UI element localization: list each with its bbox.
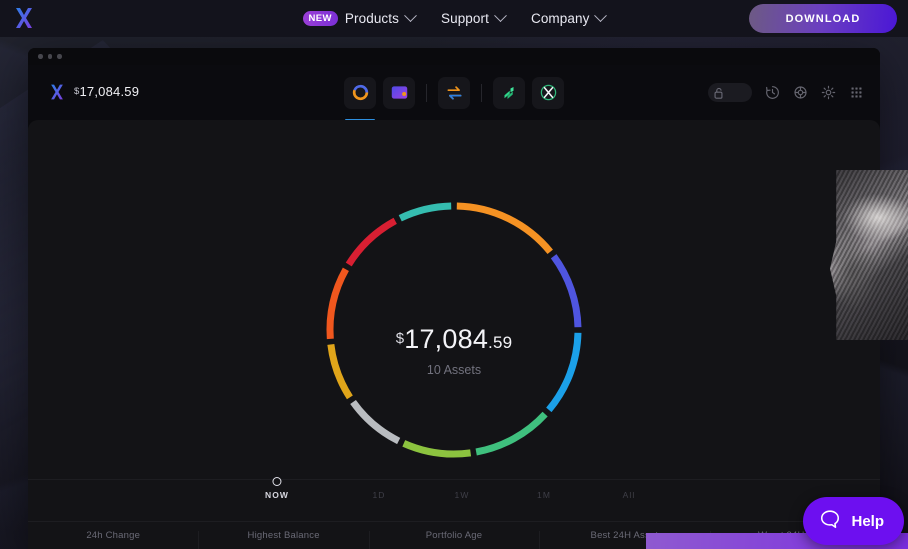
donut-segment[interactable] [345, 217, 397, 267]
app-window: $17,084.59 $17,084.59 10 Assets NOW 1D 1… [28, 48, 880, 549]
stat-label: Highest Balance [247, 530, 320, 541]
portfolio-total: $17,084.59 10 Assets [28, 324, 880, 377]
history-icon[interactable] [765, 85, 780, 100]
portfolio-amount-whole: 17,084 [404, 324, 489, 354]
donut-segment[interactable] [398, 202, 452, 222]
timeline-option-1m[interactable]: 1M [537, 490, 551, 500]
nav-item-company[interactable]: Company [530, 9, 608, 26]
stat-card-1: Highest Balance$47,839.82 [198, 522, 368, 549]
timeline-option-now[interactable]: NOW [264, 477, 290, 500]
portfolio-donut-icon [352, 84, 368, 101]
chat-bubble-icon [819, 508, 841, 534]
help-label: Help [851, 512, 884, 530]
portfolio-amount: $17,084.59 [28, 324, 880, 355]
main-panel: $17,084.59 10 Assets NOW 1D 1W 1M All 24h Ch… [28, 120, 880, 549]
support-ring-icon[interactable] [793, 85, 808, 100]
nav-label-company: Company [530, 11, 590, 26]
help-button[interactable]: Help [803, 497, 904, 545]
portfolio-amount-cents: .59 [488, 333, 513, 352]
tool-exodus-x[interactable] [532, 76, 564, 109]
settings-gear-icon[interactable] [821, 85, 836, 100]
window-titlebar [28, 48, 880, 65]
nav-item-support[interactable]: Support [440, 9, 507, 26]
donut-segment[interactable] [550, 254, 582, 328]
lock-icon [714, 87, 723, 99]
nav-label-products: Products [344, 11, 399, 26]
wallet-icon [391, 86, 407, 99]
download-button[interactable]: DOWNLOAD [749, 4, 897, 33]
side-photo-art [830, 170, 908, 340]
timeline-option-1d[interactable]: 1D [372, 490, 385, 500]
grid-apps-icon[interactable] [849, 85, 864, 100]
window-minimize-dot[interactable] [47, 54, 52, 59]
stat-label: 24h Change [86, 530, 141, 541]
tool-portfolio-donut[interactable] [344, 76, 376, 121]
swap-icon [446, 86, 462, 100]
portfolio-currency: $ [395, 330, 405, 347]
stat-card-2: Portfolio Age2 Year, 3 Month, 30 Days [368, 522, 539, 549]
donut-segment[interactable] [350, 399, 401, 445]
chevron-down-icon [594, 9, 608, 23]
timeline-option-label: 1M [536, 490, 552, 500]
timeline-option-1w[interactable]: 1W [455, 490, 470, 500]
tool-wallet[interactable] [383, 76, 415, 109]
timeline-option-label: 1D [372, 490, 386, 500]
donut-segment[interactable] [402, 440, 472, 458]
nav-label-support: Support [440, 11, 489, 26]
timeline-now-marker [272, 477, 282, 486]
donut-segment[interactable] [475, 411, 548, 456]
stat-card-0: 24h Change+ $2,930.03 [28, 522, 198, 549]
top-navigation-bar: NEW Products Support Company DOWNLOAD [0, 0, 908, 37]
tool-swap[interactable] [438, 76, 470, 109]
exodus-x-icon [540, 84, 556, 101]
portfolio-asset-count: 10 Assets [426, 363, 482, 377]
compound-icon [504, 86, 514, 99]
toolbar-divider [426, 83, 427, 102]
chevron-down-icon [494, 9, 507, 23]
window-maximize-dot[interactable] [57, 54, 62, 59]
window-close-dot[interactable] [38, 54, 43, 59]
new-badge: NEW [302, 11, 338, 26]
chevron-down-icon [404, 9, 417, 23]
timeline-option-all[interactable]: All [623, 490, 636, 500]
donut-segment[interactable] [456, 202, 553, 255]
toolbar-divider [481, 83, 482, 102]
timeline-option-label: NOW [264, 490, 290, 500]
tool-compound[interactable] [493, 76, 525, 109]
timeline-option-label: All [622, 490, 636, 500]
timeline-option-label: 1W [454, 490, 470, 500]
toolbar-right-actions [708, 65, 864, 120]
lock-toggle[interactable] [708, 83, 752, 102]
app-toolbar: $17,084.59 [28, 65, 880, 121]
timeline-selector: NOW 1D 1W 1M All [28, 477, 880, 521]
stat-label: Portfolio Age [425, 530, 483, 541]
nav-item-products[interactable]: NEW Products [302, 9, 417, 26]
